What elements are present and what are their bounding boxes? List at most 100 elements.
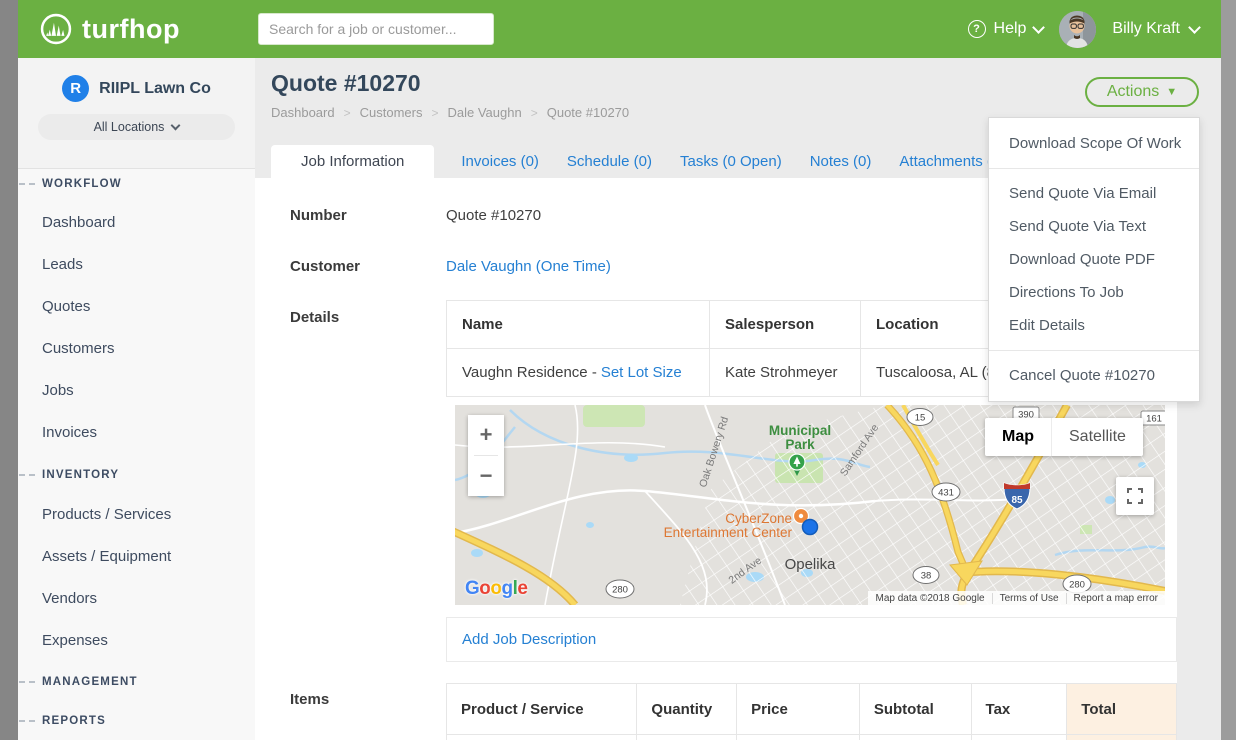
menu-item-edit-details[interactable]: Edit Details <box>989 309 1199 342</box>
sidebar-item-customers[interactable]: Customers <box>18 338 255 358</box>
tab-job-information[interactable]: Job Information <box>271 145 434 178</box>
menu-item-cancel-quote[interactable]: Cancel Quote #10270 <box>989 359 1199 392</box>
chevron-down-icon <box>171 120 181 130</box>
sidebar-item-products-services[interactable]: Products / Services <box>18 504 255 524</box>
location-filter-dropdown[interactable]: All Locations <box>38 114 235 140</box>
left-scrollbar[interactable] <box>0 0 18 740</box>
top-nav-bar: turfhop ? Help <box>18 0 1221 58</box>
map-data-credit: Map data ©2018 Google <box>868 593 991 604</box>
details-cell-salesperson: Kate Strohmeyer <box>710 349 861 397</box>
sidebar-item-dashboard[interactable]: Dashboard <box>18 212 255 232</box>
sidebar-section-inventory: INVENTORY <box>18 465 255 485</box>
route-badge-38: 38 <box>913 567 939 584</box>
menu-item-download-scope-of-work[interactable]: Download Scope Of Work <box>989 127 1199 160</box>
menu-item-send-quote-via-text[interactable]: Send Quote Via Text <box>989 210 1199 243</box>
breadcrumb-dashboard[interactable]: Dashboard <box>271 105 335 120</box>
route-badge-15: 15 <box>907 409 933 426</box>
breadcrumb-customer-name[interactable]: Dale Vaughn <box>448 105 522 120</box>
tab-schedule[interactable]: Schedule (0) <box>553 145 666 178</box>
avatar[interactable] <box>1059 11 1096 48</box>
sidebar-section-workflow: WORKFLOW <box>18 174 255 194</box>
tab-invoices[interactable]: Invoices (0) <box>447 145 553 178</box>
items-header-subtotal: Subtotal <box>860 684 972 734</box>
items-empty-row <box>447 734 1176 740</box>
tab-tasks[interactable]: Tasks (0 Open) <box>666 145 796 178</box>
satellite-view-button[interactable]: Satellite <box>1052 418 1143 456</box>
chevron-down-icon <box>1033 21 1046 34</box>
menu-item-download-quote-pdf[interactable]: Download Quote PDF <box>989 243 1199 276</box>
global-search-input[interactable] <box>258 13 494 45</box>
breadcrumb: Dashboard > Customers > Dale Vaughn > Qu… <box>271 105 629 120</box>
actions-dropdown-menu: Download Scope Of Work Send Quote Via Em… <box>988 117 1200 402</box>
number-label: Number <box>290 207 347 224</box>
items-header-product-service: Product / Service <box>447 684 637 734</box>
customer-link[interactable]: Dale Vaughn <box>446 258 532 275</box>
items-header-tax: Tax <box>972 684 1068 734</box>
route-badge-280-west: 280 <box>606 580 634 598</box>
breadcrumb-customers[interactable]: Customers <box>360 105 423 120</box>
map-canvas[interactable]: Samford Ave Oak Bowery Rd 2nd Ave Munici… <box>455 405 1165 605</box>
set-lot-size-link[interactable]: Set Lot Size <box>601 364 682 381</box>
page-title: Quote #10270 <box>271 70 421 97</box>
terms-of-use-link[interactable]: Terms of Use <box>992 593 1066 604</box>
map-attribution: Map data ©2018 Google Terms of Use Repor… <box>868 591 1165 605</box>
svg-text:15: 15 <box>915 413 926 424</box>
fullscreen-button[interactable] <box>1116 477 1154 515</box>
report-map-error-link[interactable]: Report a map error <box>1066 593 1165 604</box>
topbar-right-cluster: ? Help Billy Kraft <box>968 0 1199 58</box>
brand-logo[interactable]: turfhop <box>40 0 180 58</box>
items-header-row: Product / Service Quantity Price Subtota… <box>447 684 1176 734</box>
number-value: Quote #10270 <box>446 207 541 224</box>
breadcrumb-current: Quote #10270 <box>547 105 629 120</box>
zoom-in-button[interactable]: + <box>468 415 504 455</box>
customer-type-link[interactable]: One Time <box>541 258 606 275</box>
details-header-name: Name <box>447 301 710 349</box>
job-location-marker[interactable] <box>803 520 818 535</box>
user-name: Billy Kraft <box>1112 20 1180 38</box>
brand-wordmark: turfhop <box>82 14 180 45</box>
sidebar-item-jobs[interactable]: Jobs <box>18 380 255 400</box>
breadcrumb-separator: > <box>531 106 538 120</box>
svg-text:38: 38 <box>921 571 932 582</box>
menu-divider <box>989 168 1199 169</box>
menu-item-directions-to-job[interactable]: Directions To Job <box>989 276 1199 309</box>
help-icon: ? <box>968 20 986 38</box>
sidebar-item-quotes[interactable]: Quotes <box>18 296 255 316</box>
items-header-total: Total <box>1067 684 1176 734</box>
sidebar-item-invoices[interactable]: Invoices <box>18 422 255 442</box>
breadcrumb-separator: > <box>344 106 351 120</box>
sidebar-divider <box>18 168 255 169</box>
park-label-line1: Municipal <box>769 423 831 438</box>
location-filter-label: All Locations <box>94 120 165 134</box>
svg-text:280: 280 <box>1069 580 1085 591</box>
add-job-description-link[interactable]: Add Job Description <box>462 631 596 648</box>
section-dash-icon <box>19 183 35 185</box>
zoom-out-button[interactable]: − <box>468 456 504 496</box>
sidebar-section-reports[interactable]: REPORTS <box>18 711 255 731</box>
company-switcher[interactable]: R RIIPL Lawn Co <box>18 75 255 102</box>
details-cell-name: Vaughn Residence - Set Lot Size <box>447 349 710 397</box>
sidebar-item-assets-equipment[interactable]: Assets / Equipment <box>18 546 255 566</box>
svg-text:85: 85 <box>1011 495 1023 506</box>
section-dash-icon <box>19 681 35 683</box>
sidebar-item-leads[interactable]: Leads <box>18 254 255 274</box>
actions-button[interactable]: Actions ▼ <box>1085 77 1199 107</box>
fullscreen-icon <box>1127 488 1143 504</box>
company-name: RIIPL Lawn Co <box>99 80 211 98</box>
google-logo[interactable]: Google <box>465 578 527 600</box>
route-badge-161: 161 <box>1141 411 1165 425</box>
sidebar-section-management[interactable]: MANAGEMENT <box>18 672 255 692</box>
park-label-line2: Park <box>785 437 815 452</box>
right-scrollbar[interactable] <box>1221 0 1236 740</box>
user-menu[interactable]: Billy Kraft <box>1112 20 1199 38</box>
sidebar-item-vendors[interactable]: Vendors <box>18 588 255 608</box>
sidebar-item-expenses[interactable]: Expenses <box>18 630 255 650</box>
menu-item-send-quote-via-email[interactable]: Send Quote Via Email <box>989 177 1199 210</box>
map-view-button[interactable]: Map <box>985 418 1052 456</box>
poi-label-line2: Entertainment Center <box>664 525 793 540</box>
customer-value: Dale Vaughn (One Time) <box>446 258 611 275</box>
items-table: Product / Service Quantity Price Subtota… <box>446 683 1177 740</box>
svg-text:280: 280 <box>612 585 628 596</box>
tab-notes[interactable]: Notes (0) <box>796 145 886 178</box>
help-menu[interactable]: ? Help <box>968 20 1044 38</box>
